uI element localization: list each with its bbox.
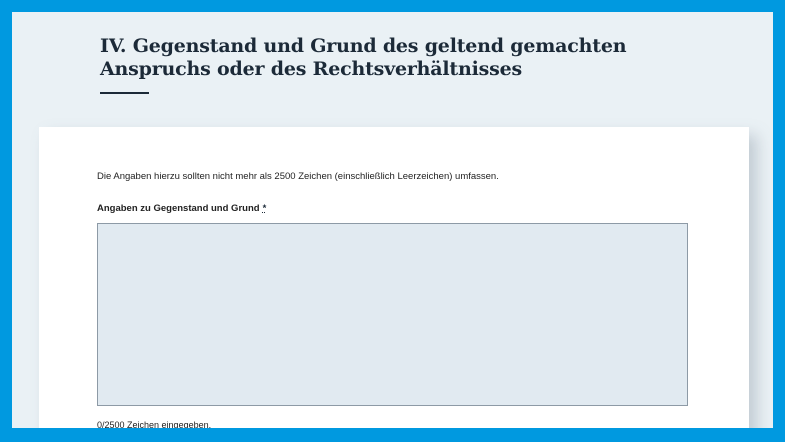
subject-and-reason-label-text: Angaben zu Gegenstand und Grund: [97, 203, 260, 214]
character-counter: 0/2500 Zeichen eingegeben.: [97, 420, 212, 428]
required-marker: *: [262, 203, 267, 214]
subject-and-reason-textarea[interactable]: [97, 223, 688, 406]
character-limit-hint: Die Angaben hierzu sollten nicht mehr al…: [97, 171, 499, 182]
subject-and-reason-label: Angaben zu Gegenstand und Grund *: [97, 203, 266, 214]
page-frame: IV. Gegenstand und Grund des geltend gem…: [12, 12, 773, 428]
section-heading: IV. Gegenstand und Grund des geltend gem…: [100, 35, 627, 80]
form-card: Die Angaben hierzu sollten nicht mehr al…: [39, 127, 749, 428]
heading-underline: [100, 92, 149, 94]
